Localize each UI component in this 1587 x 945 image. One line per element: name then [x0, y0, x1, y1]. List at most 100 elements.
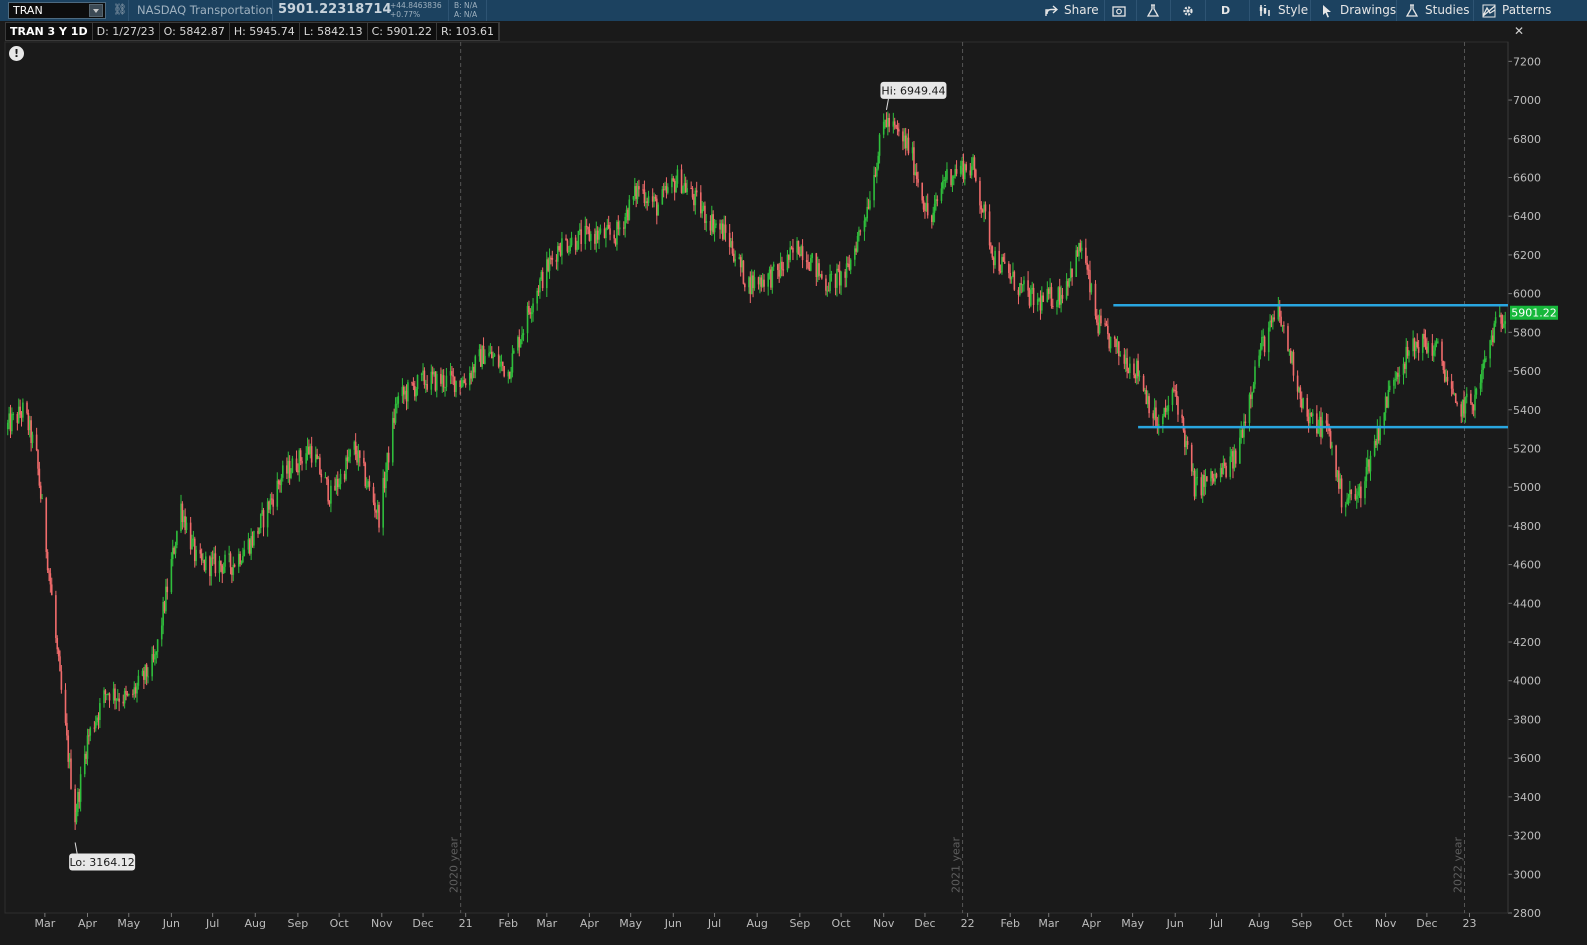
chevron-down-icon[interactable]: [89, 4, 103, 17]
candle-body: [838, 270, 841, 286]
candle-body: [750, 275, 753, 295]
candle-body: [854, 248, 856, 260]
candle-body: [1263, 336, 1266, 353]
candle-body: [609, 228, 611, 235]
candle-body: [479, 349, 482, 367]
candle-body: [78, 791, 81, 802]
candle-body: [1270, 320, 1273, 323]
candle-body: [1098, 315, 1101, 334]
alert-icon[interactable]: !: [9, 46, 24, 61]
candle-body: [193, 538, 196, 562]
candle-body: [1360, 486, 1362, 499]
candle-body: [67, 735, 70, 762]
candle-body: [38, 468, 41, 486]
candle-body: [492, 356, 494, 359]
candle-body: [64, 689, 67, 723]
candle-body: [559, 250, 562, 256]
candle-body: [424, 384, 427, 386]
candle-body: [70, 758, 72, 789]
candle-body: [374, 502, 376, 511]
low-label: Lo: 3164.12: [69, 856, 134, 869]
candle-body: [266, 501, 269, 528]
crosshair-toggle-icon[interactable]: ✕: [1514, 24, 1532, 40]
candle-body: [778, 270, 780, 277]
candle-body: [695, 190, 698, 193]
candle-body: [724, 224, 727, 233]
candle-body: [19, 406, 21, 415]
candle-body: [1038, 298, 1040, 300]
candle-body: [1244, 421, 1247, 423]
candle-body: [810, 258, 812, 271]
link-icon[interactable]: ⛓: [113, 3, 127, 17]
candle-body: [96, 717, 98, 723]
candle-body: [222, 566, 225, 574]
candle-body: [1498, 314, 1501, 318]
candle-body: [211, 557, 214, 559]
candle-body: [587, 226, 589, 230]
candle-body: [1446, 376, 1449, 382]
candle-body: [603, 228, 606, 239]
candle-body: [375, 510, 378, 513]
candle-body: [20, 414, 23, 418]
candle-body: [1267, 327, 1270, 353]
candle-body: [992, 257, 995, 266]
candle-body: [811, 253, 813, 259]
candle-body: [22, 402, 24, 418]
candle-body: [368, 481, 371, 487]
candle-body: [97, 717, 100, 721]
candle-body: [1376, 428, 1379, 446]
patterns-button[interactable]: Patterns: [1482, 0, 1551, 21]
candle-body: [561, 238, 563, 256]
candle-body: [152, 654, 155, 660]
price-chart[interactable]: 2020 year 2021 year 2022 year 2800 3000 3200 3…: [0, 0, 1587, 945]
candle-body: [508, 371, 511, 379]
candle-body: [1163, 407, 1166, 417]
candle-body: [1019, 283, 1021, 295]
candle-body: [191, 538, 193, 550]
aggregation-button[interactable]: D: [1221, 0, 1230, 21]
ask-value: A: N/A: [454, 10, 478, 19]
candle-body: [416, 374, 419, 389]
candle-body: [251, 536, 254, 546]
candle-body: [1047, 288, 1050, 294]
candle-body: [779, 261, 782, 277]
ohlc-strip: TRAN 3 Y 1D D: 1/27/23 O: 5842.87 H: 594…: [5, 22, 500, 41]
candle-body: [653, 196, 655, 202]
candle-body: [1058, 287, 1061, 305]
candle-body: [1050, 287, 1053, 306]
candle-body: [1075, 250, 1078, 277]
flask-button[interactable]: [1146, 0, 1160, 21]
share-button[interactable]: Share: [1044, 0, 1099, 21]
symbol-input[interactable]: [9, 3, 89, 18]
candle-body: [946, 169, 948, 180]
y-tick-label: 3200: [1513, 830, 1541, 843]
style-button[interactable]: Style: [1258, 0, 1308, 21]
candle-body: [237, 553, 240, 567]
symbol-selector[interactable]: [8, 2, 106, 19]
candle-body: [1174, 389, 1177, 392]
top-toolbar: ⛓ NASDAQ Transportation 5901.22318714 +4…: [0, 0, 1587, 21]
bid-ask: B: N/A A: N/A: [454, 1, 477, 19]
candle-body: [903, 135, 906, 142]
candle-body: [6, 422, 9, 430]
candle-body: [1085, 247, 1087, 263]
candle-body: [1124, 357, 1127, 364]
studies-button[interactable]: Studies: [1405, 0, 1470, 21]
candle-body: [68, 758, 71, 762]
y-tick-label: 5600: [1513, 365, 1541, 378]
settings-button[interactable]: [1181, 0, 1195, 21]
candle-body: [66, 722, 68, 736]
candle-body: [1259, 349, 1262, 356]
candle-body: [752, 275, 754, 289]
x-tick-label: Oct: [832, 917, 852, 930]
ohlc-date: D: 1/27/23: [93, 23, 160, 40]
candle-body: [1251, 392, 1254, 399]
candle-body: [1443, 370, 1446, 382]
candle-body: [295, 458, 298, 471]
candle-body: [772, 264, 775, 267]
candle-body: [895, 124, 897, 128]
candle-body: [1471, 403, 1474, 405]
candle-body: [125, 690, 127, 694]
drawings-button[interactable]: Drawings: [1320, 0, 1396, 21]
snapshot-button[interactable]: [1112, 0, 1126, 21]
